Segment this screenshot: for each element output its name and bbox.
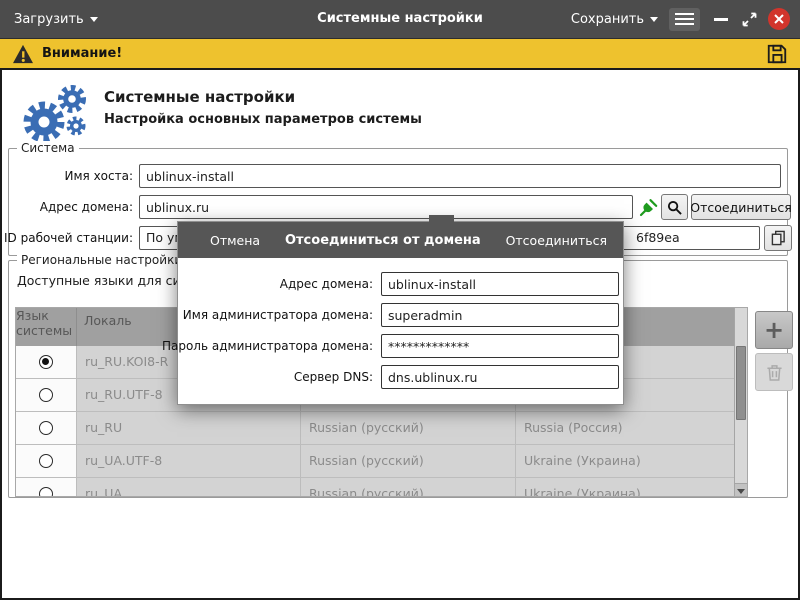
locale-radio[interactable] bbox=[39, 355, 53, 369]
app-window: Загрузить Системные настройки Сохранить … bbox=[0, 0, 800, 600]
floppy-disk-icon bbox=[766, 43, 788, 65]
dialog-admin-password-label: Пароль администратора домена: bbox=[162, 334, 373, 358]
close-button[interactable] bbox=[768, 8, 790, 30]
locale-cell: ru_RU bbox=[77, 412, 301, 444]
column-header-system-language: Язык системы bbox=[16, 308, 77, 346]
scrollbar-down-button[interactable] bbox=[735, 483, 747, 497]
table-row[interactable]: ru_RU Russian (русский) Russia (Россия) bbox=[16, 412, 747, 445]
delete-locale-button[interactable] bbox=[755, 353, 793, 391]
table-row[interactable]: ru_UA Russian (русский) Ukraine (Украина… bbox=[16, 478, 747, 497]
dialog-admin-password-input[interactable] bbox=[381, 334, 619, 358]
domain-search-button[interactable] bbox=[661, 194, 688, 220]
chevron-down-icon bbox=[650, 17, 658, 22]
search-icon bbox=[667, 200, 682, 215]
add-locale-button[interactable]: + bbox=[755, 311, 793, 349]
language-cell: Russian (русский) bbox=[301, 445, 516, 477]
locale-radio[interactable] bbox=[39, 487, 53, 497]
dialog-title: Отсоединиться от домена bbox=[260, 233, 505, 248]
save-menu-button[interactable]: Сохранить bbox=[571, 12, 658, 27]
warning-icon bbox=[12, 44, 34, 64]
close-icon bbox=[774, 14, 784, 24]
regional-group-legend: Региональные настройки bbox=[17, 253, 186, 267]
load-menu-label: Загрузить bbox=[14, 12, 84, 27]
dialog-admin-name-input[interactable] bbox=[381, 303, 619, 327]
load-menu-button[interactable]: Загрузить bbox=[14, 12, 98, 27]
warning-text: Внимание! bbox=[42, 46, 122, 61]
locale-cell: ru_UA.UTF-8 bbox=[77, 445, 301, 477]
languages-description: Доступные языки для систе bbox=[17, 273, 203, 288]
titlebar: Загрузить Системные настройки Сохранить bbox=[0, 0, 800, 38]
save-file-button[interactable] bbox=[766, 43, 788, 65]
hostname-input[interactable] bbox=[139, 164, 781, 188]
dialog-domain-input[interactable] bbox=[381, 272, 619, 296]
table-row[interactable]: ru_UA.UTF-8 Russian (русский) Ukraine (У… bbox=[16, 445, 747, 478]
copy-id-button[interactable] bbox=[764, 225, 792, 251]
locale-radio[interactable] bbox=[39, 421, 53, 435]
dialog-cancel-button[interactable]: Отмена bbox=[210, 233, 260, 248]
table-scrollbar[interactable] bbox=[734, 308, 747, 497]
dialog-dns-input[interactable] bbox=[381, 365, 619, 389]
disconnect-button[interactable]: Отсоединиться bbox=[691, 194, 791, 220]
dialog-domain-label: Адрес домена: bbox=[280, 272, 373, 296]
country-cell: Russia (Россия) bbox=[516, 412, 736, 444]
hostname-label: Имя хоста: bbox=[65, 164, 134, 188]
system-group-legend: Система bbox=[17, 141, 79, 155]
locale-cell: ru_UA bbox=[77, 478, 301, 497]
trash-icon bbox=[766, 363, 783, 382]
domain-input[interactable] bbox=[139, 195, 633, 219]
expand-icon bbox=[742, 12, 757, 27]
language-cell: Russian (русский) bbox=[301, 478, 516, 497]
dialog-dns-label: Сервер DNS: bbox=[294, 365, 373, 389]
gears-icon bbox=[14, 82, 94, 146]
chevron-down-icon bbox=[90, 17, 98, 22]
save-menu-label: Сохранить bbox=[571, 12, 644, 27]
disconnect-dialog: Отмена Отсоединиться от домена Отсоедини… bbox=[177, 221, 624, 405]
chevron-down-icon bbox=[737, 489, 745, 494]
window-title: Системные настройки bbox=[317, 0, 483, 38]
warning-bar: Внимание! bbox=[0, 38, 800, 68]
dialog-admin-name-label: Имя администратора домена: bbox=[183, 303, 373, 327]
workstation-id-fragment: 6f89ea bbox=[636, 227, 680, 249]
dialog-header: Отмена Отсоединиться от домена Отсоедини… bbox=[178, 222, 623, 258]
dialog-disconnect-button[interactable]: Отсоединиться bbox=[506, 233, 607, 248]
copy-icon bbox=[771, 230, 786, 246]
minimize-button[interactable] bbox=[714, 18, 728, 21]
column-header-label: Язык системы bbox=[16, 308, 72, 338]
maximize-button[interactable] bbox=[742, 12, 757, 27]
page-subtitle: Настройка основных параметров системы bbox=[104, 112, 422, 127]
page-title: Системные настройки bbox=[104, 88, 295, 106]
country-cell: Ukraine (Украина) bbox=[516, 445, 736, 477]
connected-plug-icon bbox=[639, 197, 659, 217]
menu-button[interactable] bbox=[669, 8, 700, 31]
domain-label: Адрес домена: bbox=[40, 195, 133, 219]
locale-radio[interactable] bbox=[39, 454, 53, 468]
language-cell: Russian (русский) bbox=[301, 412, 516, 444]
scrollbar-thumb[interactable] bbox=[736, 346, 746, 420]
locale-radio[interactable] bbox=[39, 388, 53, 402]
country-cell: Ukraine (Украина) bbox=[516, 478, 736, 497]
workstation-id-label: ID рабочей станции: bbox=[4, 226, 133, 250]
